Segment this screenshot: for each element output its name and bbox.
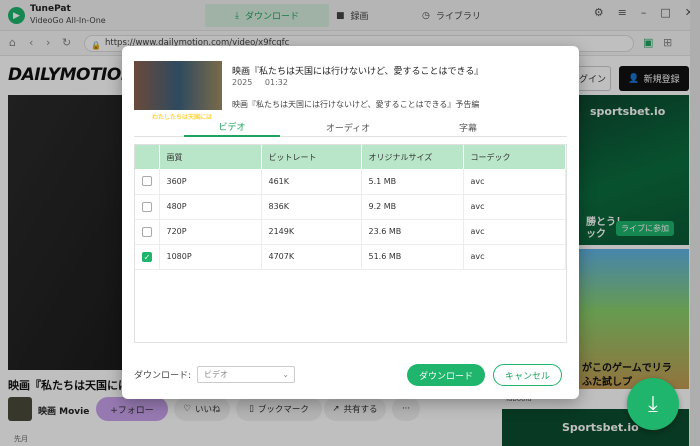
video-year: 2025 [232,78,253,87]
cell-quality: 720P [159,219,262,245]
cell-size: 5.1 MB [361,169,464,195]
row-checkbox[interactable] [142,226,152,237]
tab-video[interactable]: ビデオ [184,118,280,137]
cell-codec: avc [463,194,566,220]
download-type-select[interactable]: ビデオ ⌄ [197,366,295,383]
header-checkbox-cell [135,145,160,169]
chevron-down-icon: ⌄ [282,370,289,379]
download-type-value: ビデオ [204,370,228,379]
row-checkbox-cell [135,194,160,220]
cell-bitrate: 4707K [261,244,362,270]
cancel-button[interactable]: キャンセル [493,364,562,386]
cell-size: 9.2 MB [361,194,464,220]
cell-codec: avc [463,244,566,270]
cell-bitrate: 2149K [261,219,362,245]
video-description: 映画『私たちは天国には行けないけど、愛することはできる』予告編 [232,100,480,109]
row-checkbox-cell [135,219,160,245]
cell-codec: avc [463,169,566,195]
col-size: オリジナルサイズ [361,145,464,169]
format-tabs: ビデオ オーディオ 字幕 [134,118,567,137]
col-codec: コーデック [463,145,566,169]
col-quality: 画質 [159,145,262,169]
row-checkbox[interactable] [142,201,152,212]
tab-subtitles[interactable]: 字幕 [420,118,516,137]
cell-quality: 480P [159,194,262,220]
video-duration: 01:32 [264,78,288,87]
table-row[interactable]: ✓ 1080P 4707K 51.6 MB avc [135,244,566,270]
row-checkbox-checked[interactable]: ✓ [142,251,152,262]
video-meta: 2025 01:32 [232,78,288,87]
download-button[interactable]: ダウンロード [407,364,485,386]
cell-bitrate: 461K [261,169,362,195]
cell-size: 23.6 MB [361,219,464,245]
cell-quality: 360P [159,169,262,195]
table-row[interactable]: 360P 461K 5.1 MB avc [135,169,566,195]
row-checkbox-cell: ✓ [135,244,160,270]
table-row[interactable]: 480P 836K 9.2 MB avc [135,194,566,220]
quality-table: 画質 ビットレート オリジナルサイズ コーデック 360P 461K 5.1 M… [134,144,567,343]
download-fab-icon[interactable]: ⤓ [627,378,679,430]
row-checkbox[interactable] [142,176,152,187]
cell-codec: avc [463,219,566,245]
video-thumbnail: わたしたちは天国には [134,61,222,121]
col-bitrate: ビットレート [261,145,362,169]
download-dialog: わたしたちは天国には 映画『私たちは天国には行けないけど、愛することはできる』 … [122,46,579,399]
download-type-label: ダウンロード: [134,371,192,381]
table-row[interactable]: 720P 2149K 23.6 MB avc [135,219,566,245]
video-title: 映画『私たちは天国には行けないけど、愛することはできる』 [232,67,484,77]
tab-audio[interactable]: オーディオ [300,118,396,137]
cell-bitrate: 836K [261,194,362,220]
row-checkbox-cell [135,169,160,195]
cell-size: 51.6 MB [361,244,464,270]
cell-quality: 1080P [159,244,262,270]
table-header-row: 画質 ビットレート オリジナルサイズ コーデック [135,145,566,169]
